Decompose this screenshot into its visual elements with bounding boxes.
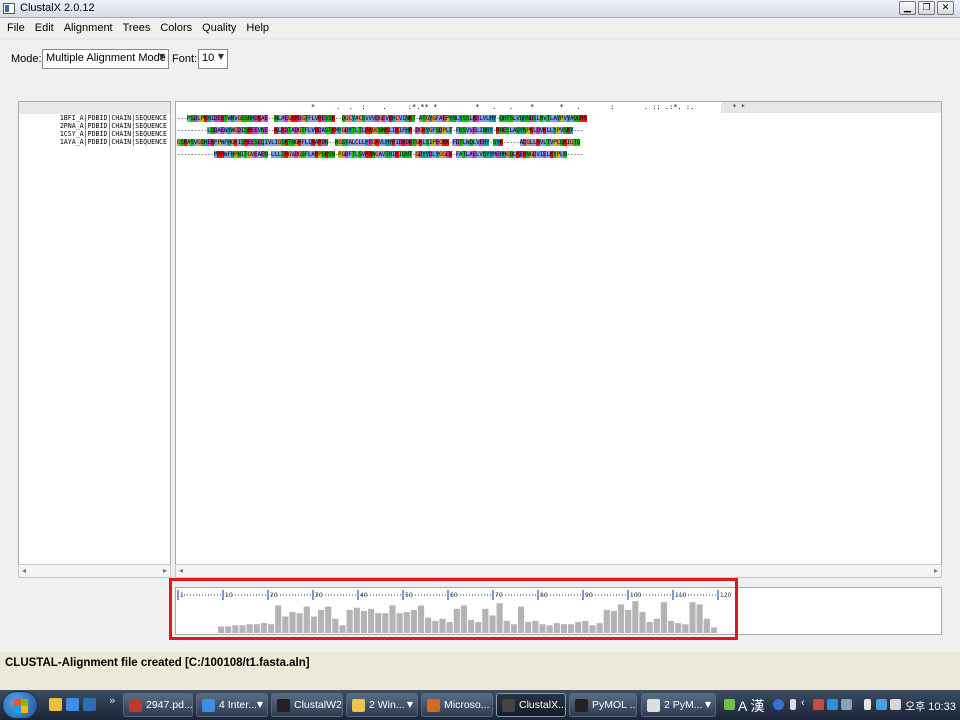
font-label: Font:: [172, 53, 198, 65]
sequence-row: GSRASVGSHEKMPWFHGKISREESEQIVLIGSKTNGKFLI…: [177, 139, 581, 146]
close-button[interactable]: ✕: [937, 1, 954, 15]
taskbar-item-microsoft[interactable]: Microso...: [421, 693, 493, 717]
taskbar-item-pdf[interactable]: 2947.pd...: [123, 693, 193, 717]
consensus-row: * . . : . :*.** * * . . * * . : . :: .:*…: [176, 103, 745, 111]
menu-alignment[interactable]: Alignment: [59, 22, 118, 34]
task-label: ClustalX...: [519, 699, 566, 711]
notification-icon[interactable]: [790, 699, 796, 710]
chevron-down-icon: ▼: [704, 700, 711, 709]
menu-colors[interactable]: Colors: [155, 22, 197, 34]
help-icon[interactable]: [773, 699, 784, 710]
names-horizontal-scrollbar[interactable]: ◂ ▸: [18, 564, 171, 578]
taskbar-item-windows[interactable]: 2 Win... ▼: [346, 693, 418, 717]
sequence-row: ---------LQDAEWYWGDISREEVNE--KLRDTADGTFL…: [177, 127, 584, 134]
language-bar-icon[interactable]: [724, 699, 735, 710]
font-select[interactable]: 10 ▼: [198, 49, 228, 69]
network-icon[interactable]: [813, 699, 824, 710]
sequence-row: ---MSDLPKHIDEKTWNVGSSNHDKAE--NLAEGKRDGTF…: [177, 115, 587, 122]
desktop-icon[interactable]: [83, 698, 96, 711]
show-hidden-icons-icon[interactable]: ‹: [801, 697, 805, 709]
app-icon: [3, 3, 15, 14]
mode-label: Mode:: [11, 53, 42, 65]
folder-icon: [352, 699, 365, 712]
clustalx-icon: [502, 699, 515, 712]
sequence-name[interactable]: 2PNA_A|PDBID|CHAIN|SEQUENCE: [19, 122, 170, 130]
taskbar: » 2947.pd... 4 Inter... ▼ ClustalW2 2 Wi…: [0, 690, 960, 720]
volume-icon[interactable]: [890, 699, 901, 710]
task-label: PyMOL ...: [592, 699, 637, 711]
window-icon: [647, 699, 660, 712]
security-icon[interactable]: [827, 699, 838, 710]
mode-select[interactable]: Multiple Alignment Mode ▼: [42, 49, 169, 69]
names-header: [19, 102, 170, 114]
task-label: 2 PyM...: [664, 699, 703, 711]
font-select-value: 10: [202, 52, 215, 64]
task-label: 2947.pd...: [146, 699, 193, 711]
task-label: 4 Inter...: [219, 699, 257, 711]
pdf-icon: [129, 699, 142, 712]
scroll-left-icon[interactable]: ◂: [179, 566, 183, 575]
folder-icon[interactable]: [49, 698, 62, 711]
console-icon: [575, 699, 588, 712]
clock[interactable]: 오후 10:33: [905, 698, 956, 714]
internet-explorer-icon[interactable]: [66, 698, 79, 711]
windows-logo-icon: [14, 699, 28, 713]
battery-icon[interactable]: [864, 699, 871, 710]
task-label: 2 Win...: [369, 699, 405, 711]
menu-edit[interactable]: Edit: [30, 22, 59, 34]
quicklaunch-chevron-icon[interactable]: »: [109, 694, 116, 707]
taskbar-item-pymol[interactable]: PyMOL ...: [569, 693, 637, 717]
menu-quality[interactable]: Quality: [197, 22, 241, 34]
sequence-row: -----------MRRWFHPNITGVEAEN-LLLTRGVDGSFL…: [177, 151, 584, 158]
internet-explorer-icon: [202, 699, 215, 712]
minimize-button[interactable]: ▁: [899, 1, 916, 15]
start-button[interactable]: [2, 691, 38, 719]
toolbar: Mode: Multiple Alignment Mode ▼ Font: 10…: [0, 40, 960, 84]
alignment-horizontal-scrollbar[interactable]: ◂ ▸: [175, 564, 942, 578]
sequence-name[interactable]: 1CSY_A|PDBID|CHAIN|SEQUENCE: [19, 130, 170, 138]
highlight-box: [169, 578, 738, 640]
chevron-down-icon: ▼: [406, 700, 413, 709]
sequence-name[interactable]: 1BFI_A|PDBID|CHAIN|SEQUENCE: [19, 114, 170, 122]
taskbar-item-pymol-group[interactable]: 2 PyM... ▼: [641, 693, 716, 717]
menu-file[interactable]: File: [2, 22, 30, 34]
chevron-down-icon: ▼: [158, 52, 165, 61]
sequence-names-pane: 1BFI_A|PDBID|CHAIN|SEQUENCE 2PNA_A|PDBID…: [18, 101, 171, 571]
window-title: ClustalX 2.0.12: [20, 2, 95, 14]
chevron-down-icon: ▼: [217, 52, 224, 61]
wireless-icon[interactable]: [876, 699, 887, 710]
main-panel: 1BFI_A|PDBID|CHAIN|SEQUENCE 2PNA_A|PDBID…: [0, 84, 960, 652]
status-message: CLUSTAL-Alignment file created [C:/10010…: [5, 657, 310, 669]
powerpoint-icon: [427, 699, 440, 712]
sequence-name[interactable]: 1AYA_A|PDBID|CHAIN|SEQUENCE: [19, 138, 170, 146]
restore-button[interactable]: ❐: [918, 1, 935, 15]
window-controls: ▁ ❐ ✕: [899, 1, 954, 15]
scroll-right-icon[interactable]: ▸: [163, 566, 167, 575]
ime-indicator[interactable]: A 漢: [738, 696, 764, 716]
taskbar-item-clustalw2[interactable]: ClustalW2: [271, 693, 343, 717]
alignment-header-strip: [721, 102, 941, 113]
system-tray: A 漢 ‹ 오후 10:33: [721, 690, 960, 720]
title-bar: ClustalX 2.0.12 ▁ ❐ ✕: [0, 0, 960, 18]
scroll-right-icon[interactable]: ▸: [934, 566, 938, 575]
scroll-left-icon[interactable]: ◂: [22, 566, 26, 575]
console-icon: [277, 699, 290, 712]
taskbar-item-internet[interactable]: 4 Inter... ▼: [196, 693, 268, 717]
task-label: Microso...: [444, 699, 490, 711]
alignment-pane[interactable]: * . . : . :*.** * * . . * * . : . :: .:*…: [175, 101, 942, 571]
menu-trees[interactable]: Trees: [118, 22, 156, 34]
task-label: ClustalW2: [294, 699, 342, 711]
menu-help[interactable]: Help: [241, 22, 274, 34]
taskbar-item-clustalx[interactable]: ClustalX...: [496, 693, 566, 717]
mode-select-value: Multiple Alignment Mode: [46, 52, 166, 64]
display-icon[interactable]: [841, 699, 852, 710]
chevron-down-icon: ▼: [256, 700, 263, 709]
menu-bar: File Edit Alignment Trees Colors Quality…: [0, 18, 960, 38]
